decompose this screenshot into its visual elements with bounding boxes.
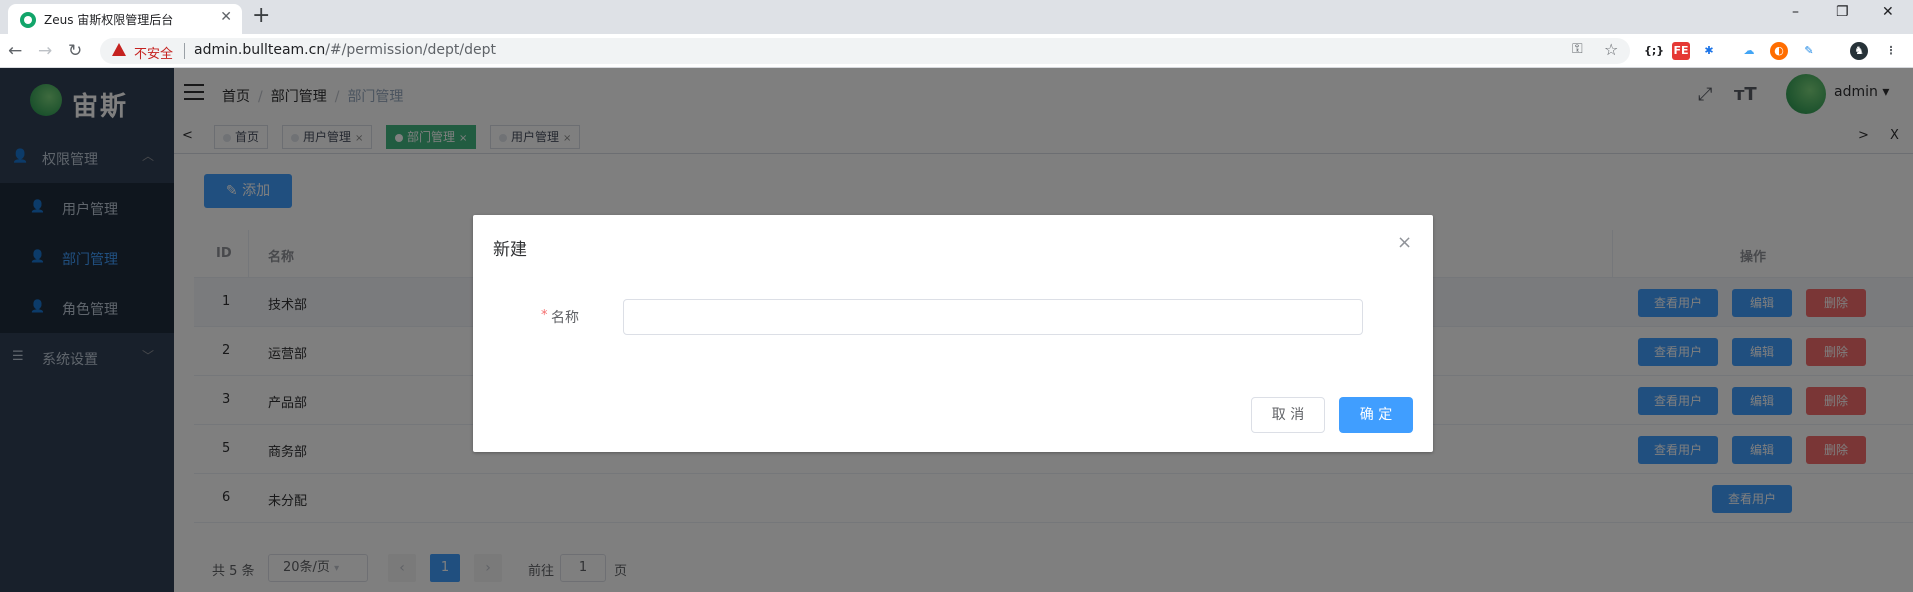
security-warning[interactable]: 不安全 bbox=[134, 43, 173, 62]
name-field-label: 名称 bbox=[551, 310, 579, 326]
url-path: /#/permission/dept/dept bbox=[325, 42, 497, 58]
json-extension-icon[interactable]: {;} bbox=[1644, 42, 1664, 60]
url-text[interactable]: admin.bullteam.cn/#/permission/dept/dept bbox=[194, 42, 496, 58]
required-mark: * bbox=[541, 308, 548, 323]
browser-toolbar: ← → ↻ 不安全 admin.bullteam.cn/#/permission… bbox=[0, 34, 1913, 68]
tab-close-icon[interactable]: ✕ bbox=[220, 9, 232, 25]
profile-avatar-icon[interactable]: ♞ bbox=[1850, 42, 1868, 60]
dialog-title: 新建 bbox=[493, 240, 527, 260]
screen: Zeus 宙斯权限管理后台 ✕ + – ❐ ✕ ← → ↻ 不安全 admin.… bbox=[0, 0, 1913, 592]
new-dept-dialog: 新建 × * 名称 取 消 确 定 bbox=[473, 215, 1433, 452]
orange-extension-icon[interactable]: ◐ bbox=[1770, 42, 1788, 60]
new-tab-button[interactable]: + bbox=[252, 3, 270, 29]
fe-extension-icon[interactable]: FE bbox=[1672, 42, 1690, 60]
browser-tab-strip: Zeus 宙斯权限管理后台 ✕ + – ❐ ✕ bbox=[0, 0, 1913, 34]
confirm-button[interactable]: 确 定 bbox=[1339, 397, 1413, 433]
favicon-icon bbox=[20, 12, 36, 28]
browser-menu-icon[interactable]: ⋮ bbox=[1882, 42, 1900, 60]
minimize-button[interactable]: – bbox=[1792, 4, 1799, 20]
cloud-extension-icon[interactable]: ☁ bbox=[1740, 42, 1758, 60]
forward-arrow-icon[interactable]: → bbox=[38, 41, 52, 61]
eyedropper-extension-icon[interactable]: ✎ bbox=[1800, 42, 1818, 60]
reload-icon[interactable]: ↻ bbox=[68, 41, 82, 61]
key-icon[interactable]: ⚿ bbox=[1572, 41, 1583, 57]
back-arrow-icon[interactable]: ← bbox=[8, 41, 22, 61]
close-window-button[interactable]: ✕ bbox=[1882, 4, 1894, 20]
browser-tab[interactable]: Zeus 宙斯权限管理后台 ✕ bbox=[8, 4, 242, 34]
name-input[interactable] bbox=[623, 299, 1363, 335]
asterisk-extension-icon[interactable]: ✱ bbox=[1700, 42, 1718, 60]
close-icon[interactable]: × bbox=[1397, 232, 1412, 253]
cancel-button[interactable]: 取 消 bbox=[1251, 397, 1325, 433]
address-bar[interactable]: 不安全 admin.bullteam.cn/#/permission/dept/… bbox=[100, 38, 1630, 64]
url-host: admin.bullteam.cn bbox=[194, 42, 326, 58]
browser-tab-title: Zeus 宙斯权限管理后台 bbox=[44, 13, 174, 27]
bookmark-star-icon[interactable]: ☆ bbox=[1604, 40, 1618, 59]
warning-icon bbox=[112, 43, 126, 56]
maximize-button[interactable]: ❐ bbox=[1836, 4, 1849, 20]
divider bbox=[184, 43, 185, 59]
